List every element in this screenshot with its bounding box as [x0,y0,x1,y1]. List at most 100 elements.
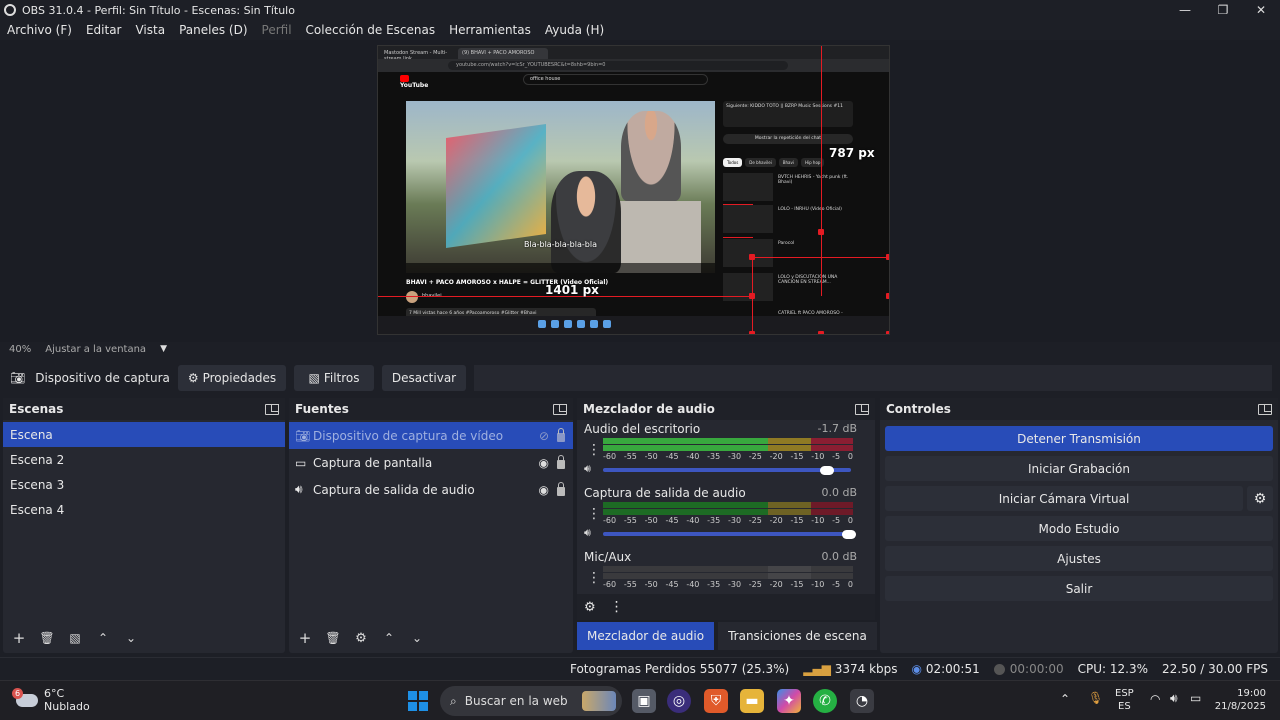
menu-ayuda[interactable]: Ayuda (H) [538,23,611,37]
eye-icon[interactable]: ◉ [539,456,549,470]
move-up-icon[interactable]: ⌃ [93,628,113,648]
lock-icon[interactable] [557,454,565,469]
exit-button[interactable]: Salir [885,576,1273,601]
properties-label: Propiedades [202,371,277,385]
undock-icon[interactable] [855,403,869,415]
properties-button[interactable]: ⚙ Propiedades [178,365,286,391]
zoom-fit[interactable]: Ajustar a la ventana [45,344,146,355]
studio-mode-button[interactable]: Modo Estudio [885,516,1273,541]
menu-herramientas[interactable]: Herramientas [442,23,538,37]
volume-icon[interactable]: 🔊︎ [1170,692,1178,705]
volume-knob[interactable] [820,466,834,475]
kebab-menu-icon[interactable]: ⋮ [610,599,624,615]
weather-widget[interactable]: 6 6°C Nublado [12,687,90,713]
file-explorer-icon[interactable]: ▬ [740,689,764,713]
chevron-down-icon[interactable]: ▼ [160,344,167,354]
menu-coleccion[interactable]: Colección de Escenas [299,23,443,37]
trash-icon[interactable]: 🗑︎ [323,628,343,648]
resize-handle[interactable] [749,254,755,260]
start-recording-button[interactable]: Iniciar Grabación [885,456,1273,481]
clock[interactable]: 19:00 21/8/2025 [1214,687,1266,713]
language-indicator[interactable]: ESP ES [1115,687,1134,713]
kebab-menu-icon[interactable]: ⋮ [587,506,601,522]
source-item[interactable]: 🔊︎ Captura de salida de audio ◉ [289,476,573,503]
resize-handle[interactable] [749,331,755,334]
tick: -25 [748,516,762,525]
whatsapp-icon[interactable]: ✆ [813,689,837,713]
minimize-button[interactable]: — [1166,0,1204,20]
resize-handle[interactable] [818,331,824,334]
undock-icon[interactable] [1258,403,1272,415]
undock-icon[interactable] [265,403,279,415]
wifi-icon[interactable]: ◠ [1150,693,1160,706]
tick: -25 [748,452,762,461]
browser-tab-active: (9) BHAVI + PACO AMOROSO [458,48,548,59]
volume-knob[interactable] [842,530,856,539]
tab-mixer[interactable]: Mezclador de audio [577,622,715,650]
gear-icon: ⚙ [1253,490,1267,507]
microphone-icon[interactable]: 🎙︎ [1088,692,1103,705]
tick: 0 [847,580,853,589]
scene-item[interactable]: Escena 2 [3,447,285,472]
filter-icon[interactable]: ▧ [65,628,85,648]
controls-header: Controles [880,398,1278,420]
tab-transitions[interactable]: Transiciones de escena [718,622,877,650]
eye-icon[interactable]: ◉ [539,483,549,497]
maximize-button[interactable]: ❐ [1204,0,1242,20]
taskbar-search[interactable]: ⌕ Buscar en la web [440,686,622,716]
preview-canvas[interactable]: Mastodon Stream - Multi-stream link (9) … [377,45,890,335]
hidden-eye-icon[interactable]: ⊘ [539,429,549,443]
lock-icon[interactable] [557,427,565,442]
scene-item[interactable]: Escena 4 [3,497,285,522]
start-virtual-camera-button[interactable]: Iniciar Cámara Virtual [885,486,1243,511]
tick: -30 [727,580,742,589]
resize-handle[interactable] [886,331,889,334]
resize-handle[interactable] [886,254,889,260]
lock-icon[interactable] [557,481,565,496]
speaker-icon[interactable]: 🔊︎ [584,526,591,540]
battery-icon[interactable]: ▭ [1190,692,1201,705]
speaker-icon[interactable]: 🔊︎ [584,462,591,476]
menu-perfil[interactable]: Perfil [255,23,299,37]
windows-start-icon[interactable] [408,691,428,711]
brave-browser-icon[interactable]: ⛨ [704,689,728,713]
task-view-icon[interactable]: ▣ [632,689,656,713]
scene-item[interactable]: Escena [3,422,285,447]
close-button[interactable]: ✕ [1242,0,1280,20]
kebab-menu-icon[interactable]: ⋮ [587,570,601,586]
tick: -20 [769,516,783,525]
undock-icon[interactable] [553,403,567,415]
scene-item[interactable]: Escena 3 [3,472,285,497]
volume-slider[interactable] [603,532,851,536]
copilot-icon[interactable]: ✦ [777,689,801,713]
move-down-icon[interactable]: ⌄ [407,628,427,648]
resize-handle[interactable] [749,293,755,299]
advanced-audio-icon[interactable]: ⚙ [584,600,596,615]
settings-button[interactable]: Ajustes [885,546,1273,571]
add-icon[interactable]: + [9,628,29,648]
volume-slider[interactable] [603,468,851,472]
source-item[interactable]: 📷︎ Dispositivo de captura de vídeo ⊘ [289,422,573,449]
github-desktop-icon[interactable]: ◔ [850,689,874,713]
resize-handle[interactable] [818,229,824,235]
deactivate-button[interactable]: Desactivar [382,365,466,391]
move-down-icon[interactable]: ⌄ [121,628,141,648]
resize-handle[interactable] [886,293,889,299]
add-icon[interactable]: + [295,628,315,648]
menu-paneles[interactable]: Paneles (D) [172,23,254,37]
mural [446,123,546,249]
kebab-menu-icon[interactable]: ⋮ [587,442,601,458]
menu-archivo[interactable]: Archivo (F) [0,23,79,37]
menu-vista[interactable]: Vista [128,23,172,37]
stop-stream-button[interactable]: Detener Transmisión [885,426,1273,451]
virtual-camera-settings-button[interactable]: ⚙ [1247,486,1273,511]
move-up-icon[interactable]: ⌃ [379,628,399,648]
filter-chips: Todos De bhavilei Bhavi Hip hop [723,158,825,167]
menu-editar[interactable]: Editar [79,23,129,37]
trash-icon[interactable]: 🗑︎ [37,628,57,648]
tray-chevron-up-icon[interactable]: ⌃ [1060,693,1070,706]
obs-taskbar-icon[interactable]: ◎ [667,689,691,713]
gear-icon[interactable]: ⚙ [351,628,371,648]
filters-button[interactable]: ▧ Filtros [294,365,374,391]
source-item[interactable]: ▭ Captura de pantalla ◉ [289,449,573,476]
